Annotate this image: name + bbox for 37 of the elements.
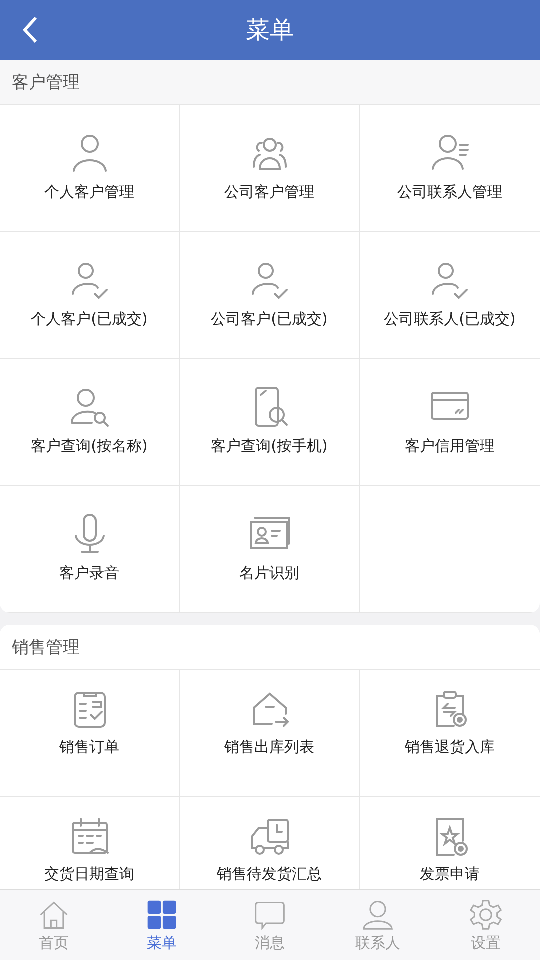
menu-label: 发票申请 <box>420 865 480 883</box>
menu-item[interactable]: 公司联系人管理 <box>360 105 540 232</box>
menu-label: 名片识别 <box>240 564 300 582</box>
menu-item[interactable]: 客户信用管理 <box>360 359 540 486</box>
menu-label: 公司联系人管理 <box>398 183 502 201</box>
menu-label: 客户查询(按手机) <box>211 437 328 455</box>
menu-label: 销售订单 <box>60 738 120 756</box>
menu-item[interactable]: 客户查询(按名称) <box>0 359 180 486</box>
menu-label: 公司客户(已成交) <box>211 310 328 328</box>
menu-label: 销售出库列表 <box>224 738 314 756</box>
menu-label: 个人客户(已成交) <box>31 310 148 328</box>
menu-item[interactable]: 客户录音 <box>0 486 180 613</box>
menu-label: 客户查询(按名称) <box>31 437 148 455</box>
page-title: 菜单 <box>246 15 294 46</box>
menu-item[interactable]: 客户查询(按手机) <box>180 359 360 486</box>
settings-icon <box>469 898 503 932</box>
menu-label: 交货日期查询 <box>44 865 134 883</box>
menu-label: 客户信用管理 <box>405 437 495 455</box>
menu-item[interactable]: 个人客户(已成交) <box>0 232 180 359</box>
menu-item[interactable]: 销售退货入库 <box>360 670 540 797</box>
tab[interactable]: 菜单 <box>108 890 216 960</box>
back-icon[interactable] <box>22 16 38 44</box>
menu-item[interactable]: 销售出库列表 <box>180 670 360 797</box>
menu-label: 销售退货入库 <box>405 738 495 756</box>
menu-label: 客户录音 <box>60 564 120 582</box>
menu-item[interactable]: 公司联系人(已成交) <box>360 232 540 359</box>
section-title: 销售管理 <box>12 636 80 658</box>
menu-item[interactable]: 公司客户(已成交) <box>180 232 360 359</box>
menu-item[interactable]: 公司客户管理 <box>180 105 360 232</box>
menu-item[interactable]: 个人客户管理 <box>0 105 180 232</box>
menu-item[interactable]: 销售订单 <box>0 670 180 797</box>
menu-label: 销售待发货汇总 <box>217 865 322 883</box>
menu-label: 个人客户管理 <box>44 183 134 201</box>
section-title: 客户管理 <box>12 72 80 94</box>
menu-item[interactable]: 名片识别 <box>180 486 360 613</box>
menu-label: 公司联系人(已成交) <box>384 310 516 328</box>
menu-label: 公司客户管理 <box>224 183 314 201</box>
